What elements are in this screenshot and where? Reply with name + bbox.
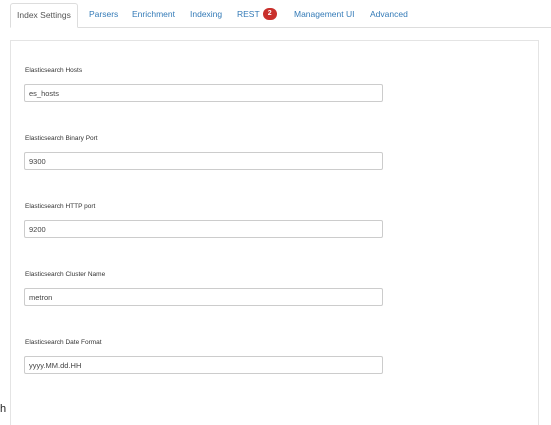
- tab-management-ui[interactable]: Management UI: [288, 3, 360, 27]
- es-http-port-label: Elasticsearch HTTP port: [25, 203, 96, 210]
- tab-label: Index Settings: [17, 10, 71, 20]
- stray-text: h: [0, 403, 7, 415]
- es-date-format-input[interactable]: [24, 356, 383, 374]
- tab-advanced[interactable]: Advanced: [364, 3, 414, 27]
- settings-tabs: Index Settings Parsers Enrichment Indexi…: [10, 0, 551, 28]
- es-http-port-input[interactable]: [24, 220, 383, 238]
- tab-label: Parsers: [89, 9, 119, 19]
- tab-label: Advanced: [370, 9, 408, 19]
- es-cluster-name-input[interactable]: [24, 288, 383, 306]
- es-binary-port-label: Elasticsearch Binary Port: [25, 135, 98, 142]
- es-binary-port-input[interactable]: [24, 152, 383, 170]
- es-hosts-input[interactable]: [24, 84, 383, 102]
- rest-count-badge: 2: [262, 7, 277, 20]
- tab-enrichment[interactable]: Enrichment: [126, 3, 181, 27]
- tab-indexing[interactable]: Indexing: [184, 3, 228, 27]
- tab-parsers[interactable]: Parsers: [83, 3, 124, 27]
- tab-label: Management UI: [294, 9, 355, 19]
- es-hosts-label: Elasticsearch Hosts: [25, 67, 83, 74]
- tab-label: Indexing: [190, 9, 223, 19]
- es-cluster-name-label: Elasticsearch Cluster Name: [25, 271, 106, 278]
- es-date-format-label: Elasticsearch Date Format: [25, 339, 102, 346]
- tab-label: REST: [237, 9, 260, 19]
- tab-rest[interactable]: REST 2: [231, 3, 283, 27]
- tab-label: Enrichment: [132, 9, 175, 19]
- tab-index-settings[interactable]: Index Settings: [10, 3, 78, 28]
